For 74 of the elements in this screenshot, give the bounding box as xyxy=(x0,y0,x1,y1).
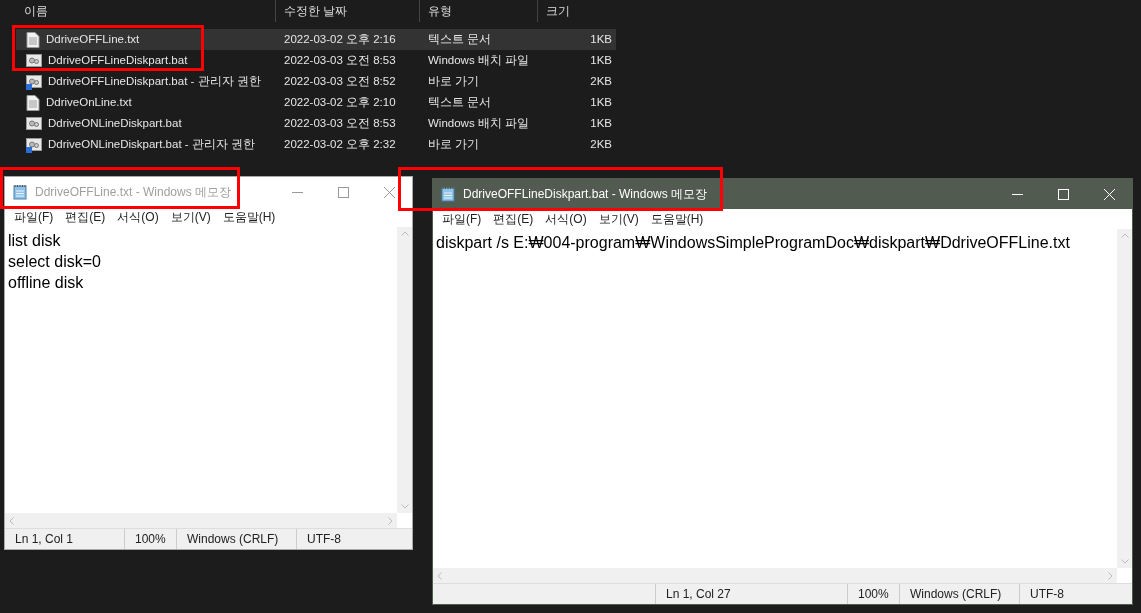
file-size: 1KB xyxy=(589,94,613,110)
modified-date: 2022-03-03 오전 8:53 xyxy=(283,115,397,131)
file-type: Windows 배치 파일 xyxy=(427,52,531,68)
menu-item[interactable]: 편집(E) xyxy=(60,208,111,226)
menu-item[interactable]: 보기(V) xyxy=(165,208,216,226)
vertical-scrollbar[interactable] xyxy=(397,227,412,513)
close-icon xyxy=(1103,188,1115,200)
menu-item[interactable]: 파일(F) xyxy=(437,210,487,228)
file-row[interactable]: DdriveOFFLine.txt 2022-03-02 오후 2:16 텍스트 문서 1KB xyxy=(16,29,616,50)
file-name: DdriveOnLine.txt xyxy=(46,94,132,110)
file-size: 1KB xyxy=(589,115,613,131)
gear-window-shortcut-icon xyxy=(26,73,42,90)
text-line: list disk xyxy=(8,231,62,251)
file-size: 1KB xyxy=(589,31,613,47)
menu-item[interactable]: 도움말(H) xyxy=(217,208,281,226)
text-line: diskpart /s E:₩004-program₩WindowsSimpleProgramDoc₩diskpart₩DdriveOFFLine.txt xyxy=(436,233,1071,253)
file-name: DdriveONLineDiskpart.bat xyxy=(48,115,182,131)
file-size: 2KB xyxy=(589,73,613,89)
file-type: 바로 가기 xyxy=(427,136,481,152)
text-line: offline disk xyxy=(8,273,85,293)
maximize-icon xyxy=(337,186,349,198)
status-field: Windows (CRLF) xyxy=(177,529,297,549)
modified-date: 2022-03-02 오후 2:32 xyxy=(283,136,397,152)
vertical-scrollbar[interactable] xyxy=(1117,229,1132,568)
menu-item[interactable]: 서식(O) xyxy=(112,208,164,226)
document-icon xyxy=(26,94,40,111)
status-field: 100% xyxy=(848,584,900,604)
file-row[interactable]: DdriveONLineDiskpart.bat 2022-03-03 오전 8:53 Windows 배치 파일 1KB xyxy=(16,113,616,134)
status-field: Windows (CRLF) xyxy=(900,584,1020,604)
file-row[interactable]: DdriveOnLine.txt 2022-03-02 오후 2:10 텍스트 문서 1KB xyxy=(16,92,616,113)
notepad-icon xyxy=(13,184,27,200)
file-name: DdriveOFFLineDiskpart.bat - 관리자 권한 xyxy=(48,73,261,89)
gear-window-icon xyxy=(26,52,42,69)
horizontal-scrollbar[interactable] xyxy=(433,568,1117,583)
file-row[interactable]: DdriveOFFLineDiskpart.bat - 관리자 권한 2022-03-03 오전 8:52 바로 가기 2KB xyxy=(16,71,616,92)
column-header[interactable]: 이름 xyxy=(16,0,276,22)
menu-item[interactable]: 서식(O) xyxy=(540,210,592,228)
menu-item[interactable]: 보기(V) xyxy=(593,210,644,228)
text-line: select disk=0 xyxy=(8,252,102,272)
file-size: 1KB xyxy=(589,52,613,68)
status-field: Ln 1, Col 1 xyxy=(5,529,125,549)
status-field: UTF-8 xyxy=(1020,584,1120,604)
modified-date: 2022-03-03 오전 8:53 xyxy=(283,52,397,68)
gear-window-icon xyxy=(26,115,42,132)
window-title: DdriveOFFLine.txt - Windows 메모장 xyxy=(35,184,232,201)
status-field: UTF-8 xyxy=(297,529,397,549)
file-row[interactable]: DdriveONLineDiskpart.bat - 관리자 권한 2022-03-02 오후 2:32 바로 가기 2KB xyxy=(16,134,616,155)
file-name: DdriveOFFLine.txt xyxy=(46,31,140,47)
close-icon xyxy=(383,186,395,198)
menu-item[interactable]: 파일(F) xyxy=(9,208,59,226)
file-size: 2KB xyxy=(589,136,613,152)
menu-item[interactable]: 편집(E) xyxy=(488,210,539,228)
file-type: 텍스트 문서 xyxy=(427,94,493,110)
menu-item[interactable]: 도움말(H) xyxy=(645,210,709,228)
column-header[interactable]: 수정한 날짜 xyxy=(276,0,420,22)
file-name: DdriveONLineDiskpart.bat - 관리자 권한 xyxy=(48,136,255,152)
horizontal-scrollbar[interactable] xyxy=(5,513,397,528)
status-field: 100% xyxy=(125,529,177,549)
window-title: DdriveOFFLineDiskpart.bat - Windows 메모장 xyxy=(463,186,708,203)
maximize-icon xyxy=(1057,188,1069,200)
modified-date: 2022-03-02 오후 2:10 xyxy=(283,94,397,110)
gear-window-shortcut-icon xyxy=(26,136,42,153)
column-header[interactable]: 크기 xyxy=(538,0,614,22)
file-type: 텍스트 문서 xyxy=(427,31,493,47)
file-row[interactable]: DdriveOFFLineDiskpart.bat 2022-03-03 오전 8:53 Windows 배치 파일 1KB xyxy=(16,50,616,71)
file-name: DdriveOFFLineDiskpart.bat xyxy=(48,52,188,68)
document-icon xyxy=(26,31,40,48)
file-type: Windows 배치 파일 xyxy=(427,115,531,131)
column-header[interactable]: 유형 xyxy=(420,0,538,22)
modified-date: 2022-03-03 오전 8:52 xyxy=(283,73,397,89)
file-type: 바로 가기 xyxy=(427,73,481,89)
modified-date: 2022-03-02 오후 2:16 xyxy=(283,31,397,47)
status-field: Ln 1, Col 27 xyxy=(656,584,848,604)
notepad-icon xyxy=(441,186,455,202)
